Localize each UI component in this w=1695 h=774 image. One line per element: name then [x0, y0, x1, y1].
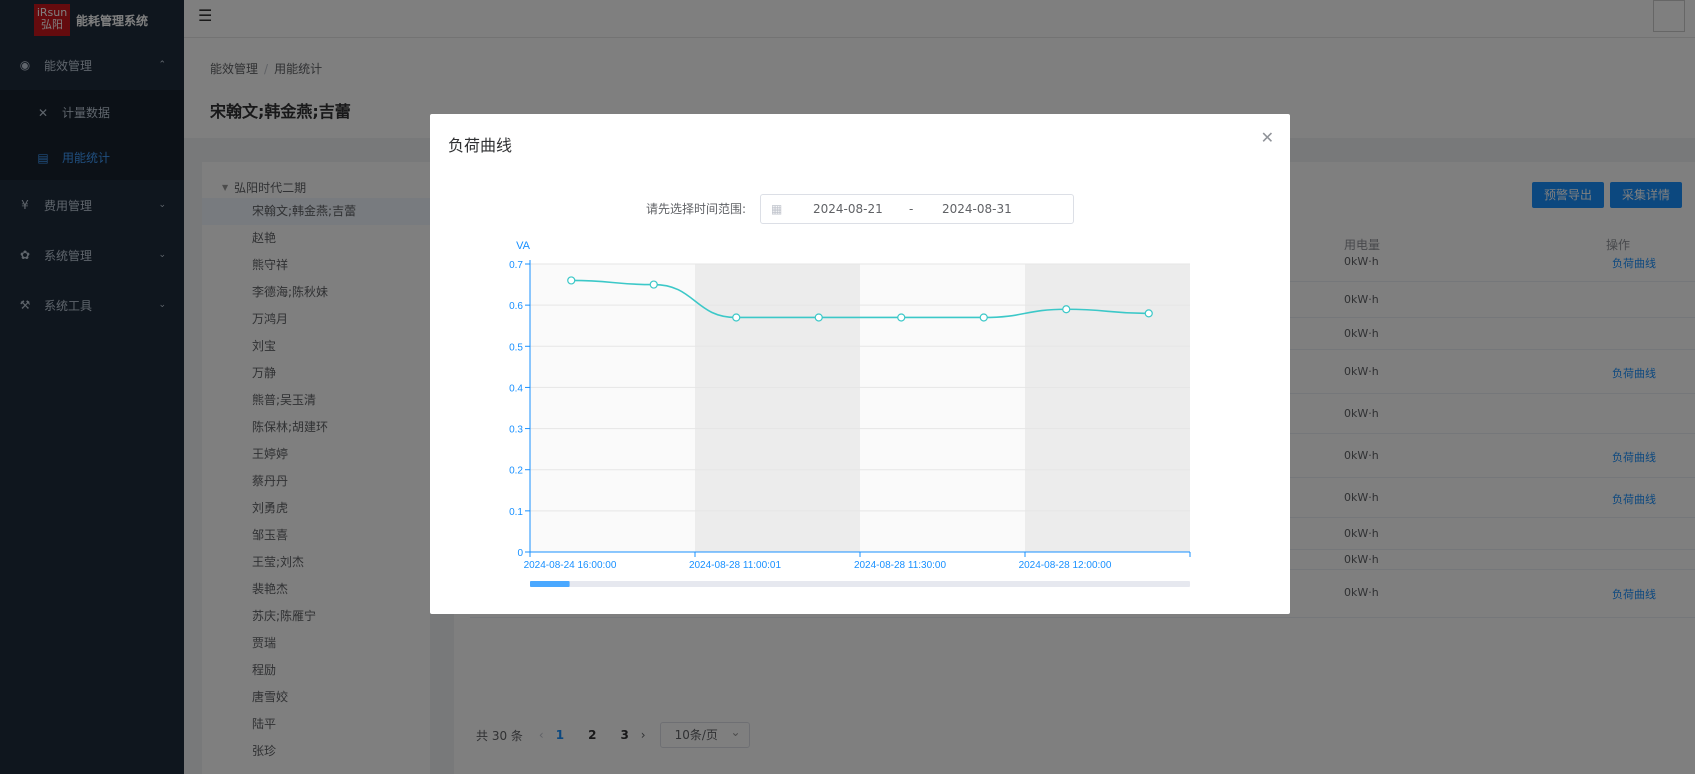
- chart-band: [530, 264, 695, 552]
- x-tick-label: 2024-08-24 16:00:00: [524, 560, 617, 571]
- load-curve-dialog: 负荷曲线 ✕ 请先选择时间范围: ▦ 2024-08-21 - 2024-08-…: [430, 114, 1290, 614]
- y-tick-label: 0.2: [509, 466, 523, 477]
- y-axis-label: VA: [516, 240, 531, 252]
- data-point: [814, 313, 823, 322]
- y-tick-label: 0: [517, 548, 523, 559]
- y-tick-label: 0.1: [509, 507, 523, 518]
- zoom-slider-handle[interactable]: [530, 581, 570, 587]
- y-tick-label: 0.6: [509, 301, 523, 312]
- data-point: [897, 313, 906, 322]
- x-tick-label: 2024-08-28 11:30:00: [854, 560, 947, 571]
- y-tick-label: 0.5: [509, 342, 523, 353]
- data-point: [732, 313, 741, 322]
- data-point: [979, 313, 988, 322]
- x-tick-label: 2024-08-28 12:00:00: [1019, 560, 1112, 571]
- data-point: [649, 280, 658, 289]
- zoom-slider-track: [530, 581, 1190, 587]
- data-point: [1062, 305, 1071, 314]
- y-tick-label: 0.4: [509, 383, 523, 394]
- y-tick-label: 0.7: [509, 260, 523, 271]
- y-tick-label: 0.3: [509, 425, 523, 436]
- chart-band: [860, 264, 1025, 552]
- load-curve-chart: 0 0.1 0.2 0.3 0.4 0.5 0.6 0.7 VA 2024-08-24 16:00…: [509, 240, 1191, 587]
- data-point: [567, 276, 576, 285]
- chart-band: [1025, 264, 1190, 552]
- data-point: [1144, 309, 1153, 318]
- chart-band: [695, 264, 860, 552]
- x-tick-label: 2024-08-28 11:00:01: [689, 560, 782, 571]
